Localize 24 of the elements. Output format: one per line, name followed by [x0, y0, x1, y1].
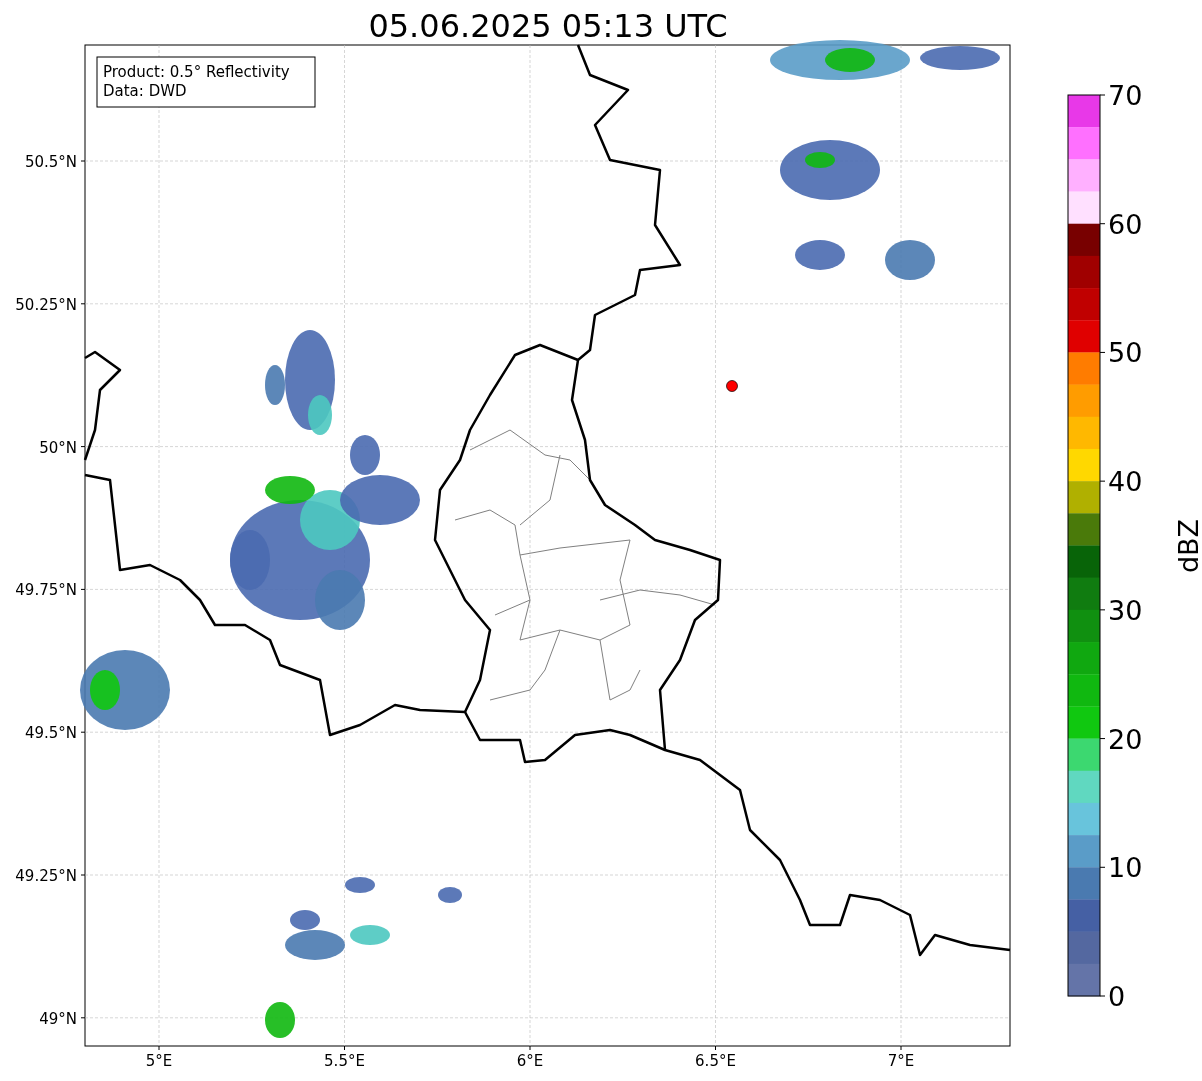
latitude-label: 49°N: [39, 1009, 77, 1028]
chart-title: 05.06.2025 05:13 UTC: [368, 7, 728, 45]
latitude-label: 49.75°N: [15, 581, 77, 600]
latitude-label: 49.25°N: [15, 867, 77, 885]
latitude-label: 49.5°N: [24, 724, 77, 743]
legend-text: Data: DWD: [103, 82, 187, 100]
colorbar-tick-label: 60: [1108, 208, 1143, 240]
longitude-label: 6.5°E: [695, 1052, 736, 1070]
colorbar-tick-label: 20: [1108, 723, 1143, 755]
legend-text: Product: 0.5° Reflectivity: [103, 63, 290, 81]
colorbar-tick-label: 10: [1108, 852, 1143, 884]
colorbar-tick-label: 50: [1108, 337, 1143, 369]
longitude-label: 6°E: [516, 1052, 544, 1070]
longitude-label: 7°E: [887, 1052, 915, 1070]
colorbar-tick-label: 0: [1108, 981, 1126, 1012]
latitude-label: 50°N: [39, 438, 77, 457]
colorbar-label: dBZ: [1172, 518, 1202, 574]
colorbar-tick-label: 30: [1108, 594, 1143, 626]
colorbar-tick-label: 40: [1108, 466, 1143, 498]
longitude-label: 5.5°E: [324, 1052, 365, 1070]
latitude-label: 50.25°N: [15, 295, 77, 314]
longitude-label: 5°E: [145, 1052, 173, 1070]
colorbar-tick-label: 70: [1108, 80, 1143, 111]
latitude-label: 50.5°N: [24, 153, 77, 171]
